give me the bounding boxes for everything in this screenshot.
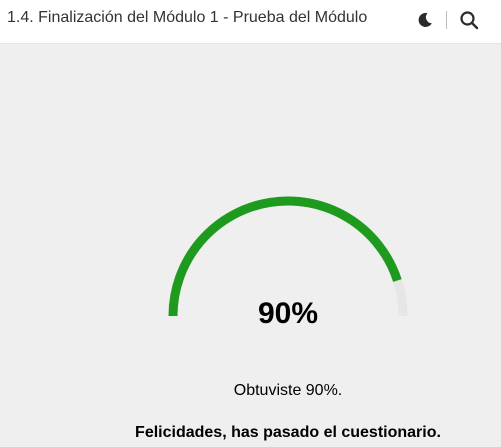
moon-icon[interactable]: [414, 9, 436, 31]
page-title: 1.4. Finalización del Módulo 1 - Prueba …: [7, 9, 368, 26]
header-divider: [446, 11, 447, 29]
score-text: Obtuviste 90%.: [233, 382, 343, 399]
top-bar: 1.4. Finalización del Módulo 1 - Prueba …: [0, 0, 501, 44]
score-percent-label: 90%: [257, 297, 319, 330]
search-icon[interactable]: [458, 9, 480, 31]
pass-message: Felicidades, has pasado el cuestionario.: [135, 424, 441, 441]
